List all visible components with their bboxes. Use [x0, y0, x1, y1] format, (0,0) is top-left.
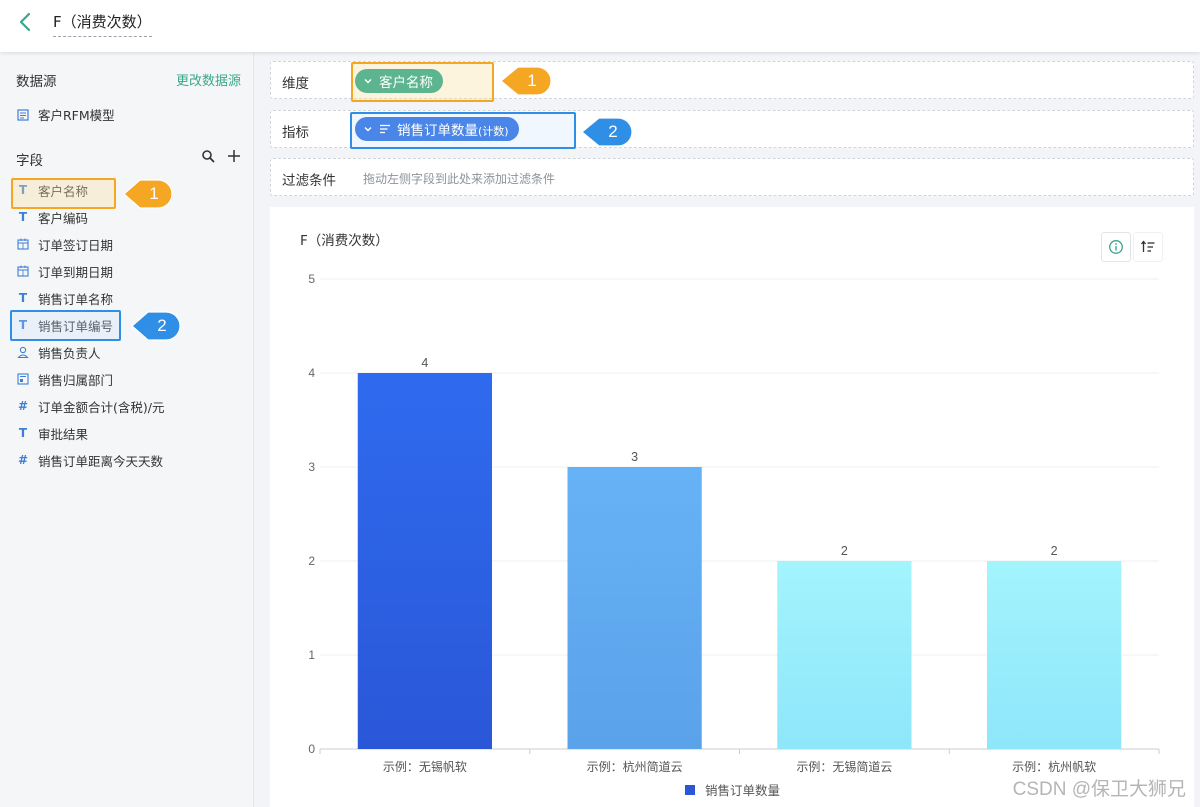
- date-icon: [16, 264, 30, 278]
- x-tick-label: 示例：杭州帆软: [1012, 759, 1096, 774]
- info-button[interactable]: [1101, 232, 1131, 262]
- field-item[interactable]: 销售归属部门: [16, 369, 113, 389]
- x-tick-label: 示例：杭州简道云: [587, 759, 683, 774]
- field-item[interactable]: T 审批结果: [16, 423, 88, 443]
- y-tick-label: 2: [308, 554, 315, 568]
- x-tick-label: 示例：无锡帆软: [383, 759, 467, 774]
- legend-label: 销售订单数量: [705, 783, 780, 798]
- callout-badge-1: 1: [124, 178, 174, 210]
- y-tick-label: 3: [308, 460, 315, 474]
- field-item[interactable]: # 订单金额合计(含税)/元: [16, 396, 165, 416]
- field-label: 订单签订日期: [38, 237, 114, 253]
- field-item[interactable]: 订单到期日期: [16, 261, 113, 281]
- metric-pill-label: 销售订单数量(计数): [397, 119, 509, 139]
- text-icon: T: [18, 291, 28, 305]
- metric-name: 销售订单数量: [397, 123, 478, 139]
- y-tick-label: 0: [308, 742, 315, 756]
- data-label: 2: [1051, 544, 1058, 558]
- highlight-box-customer-name: [11, 178, 116, 209]
- text-icon: T: [18, 210, 28, 224]
- filter-zone[interactable]: 过滤条件 拖动左侧字段到此处来添加过滤条件: [270, 158, 1194, 196]
- dimension-pill[interactable]: 客户名称: [355, 69, 443, 93]
- field-label: 订单金额合计(含税)/元: [38, 399, 165, 415]
- field-label: 销售归属部门: [38, 372, 114, 388]
- fields-heading: 字段: [16, 153, 43, 169]
- filter-label: 过滤条件: [282, 173, 336, 189]
- data-label: 4: [421, 356, 428, 370]
- sort-lines-icon: [380, 124, 390, 134]
- chevron-down-icon[interactable]: [363, 124, 373, 134]
- bar: [987, 561, 1122, 749]
- back-arrow-icon[interactable]: [14, 10, 38, 34]
- field-item[interactable]: # 销售订单距离今天天数: [16, 450, 163, 470]
- page-title[interactable]: F（消费次数）: [53, 11, 152, 37]
- callout-number: 1: [149, 184, 159, 203]
- dimension-pill-label: 客户名称: [379, 75, 433, 91]
- y-tick-label: 1: [308, 648, 315, 662]
- metric-pill[interactable]: 销售订单数量(计数): [355, 117, 519, 141]
- bar: [567, 467, 702, 749]
- watermark: CSDN @保卫大狮兄: [1012, 779, 1186, 800]
- add-icon[interactable]: [227, 149, 241, 163]
- callout-number: 2: [157, 316, 167, 335]
- callout-number: 2: [608, 122, 618, 141]
- bar: [777, 561, 912, 749]
- callout-badge-2: 2: [132, 310, 182, 342]
- sort-button[interactable]: [1133, 232, 1163, 262]
- datasource-heading: 数据源: [16, 74, 57, 90]
- callout-number: 1: [527, 71, 537, 90]
- y-tick-label: 5: [308, 272, 315, 286]
- field-label: 销售订单距离今天天数: [38, 453, 164, 469]
- legend-swatch: [685, 785, 695, 795]
- filter-hint: 拖动左侧字段到此处来添加过滤条件: [363, 172, 556, 186]
- dimension-label: 维度: [282, 76, 309, 92]
- field-item[interactable]: 销售负责人: [16, 342, 101, 362]
- field-label: 销售订单名称: [38, 291, 114, 307]
- field-label: 销售负责人: [38, 345, 101, 361]
- field-item[interactable]: 订单签订日期: [16, 234, 113, 254]
- field-item[interactable]: T 客户编码: [16, 207, 88, 227]
- chevron-down-icon[interactable]: [363, 76, 373, 86]
- date-icon: [16, 237, 30, 251]
- metric-label: 指标: [282, 125, 309, 141]
- text-icon: T: [18, 426, 28, 440]
- bar: [357, 373, 492, 749]
- sort-ascending-icon: [1140, 240, 1155, 252]
- callout-badge-1: 1: [501, 65, 553, 97]
- field-label: 订单到期日期: [38, 264, 114, 280]
- top-bar: F（消费次数）: [0, 0, 1200, 52]
- x-tick-label: 示例：无锡简道云: [796, 759, 892, 774]
- field-label: 客户编码: [38, 210, 89, 226]
- chart-title: F（消费次数）: [300, 233, 389, 249]
- search-icon[interactable]: [201, 149, 215, 163]
- number-icon: #: [17, 453, 29, 467]
- y-tick-label: 4: [308, 366, 315, 380]
- bar-chart: 0 1 2 3 4 5 4 示例：无锡帆软 3 示例：杭州简道云 2 示例：无锡简道云 2 示例：杭州帆软…: [308, 272, 1160, 798]
- highlight-box-order-number: [10, 310, 121, 341]
- sidebar: 数据源 更改数据源 客户RFM模型 字段 T 客户名称 T 客户编码 订单签订日期 订单到…: [0, 52, 254, 807]
- data-label: 2: [841, 544, 848, 558]
- datasource-item[interactable]: 客户RFM模型: [16, 105, 115, 124]
- field-item[interactable]: T 销售订单名称: [16, 288, 113, 308]
- info-icon: [1109, 240, 1123, 254]
- metric-aggregation: (计数): [478, 125, 509, 138]
- chart-panel: 0 1 2 3 4 5 4 示例：无锡帆软 3 示例：杭州简道云 2 示例：无锡简道云 2 示例：杭州帆软…: [270, 207, 1194, 807]
- table-icon: [17, 108, 29, 121]
- datasource-name: 客户RFM模型: [38, 108, 115, 123]
- number-icon: #: [17, 399, 29, 413]
- change-datasource-link[interactable]: 更改数据源: [176, 70, 241, 89]
- callout-badge-2: 2: [582, 116, 634, 148]
- user-icon: [16, 345, 30, 359]
- department-icon: [16, 372, 30, 386]
- field-label: 审批结果: [38, 426, 89, 442]
- data-label: 3: [631, 450, 638, 464]
